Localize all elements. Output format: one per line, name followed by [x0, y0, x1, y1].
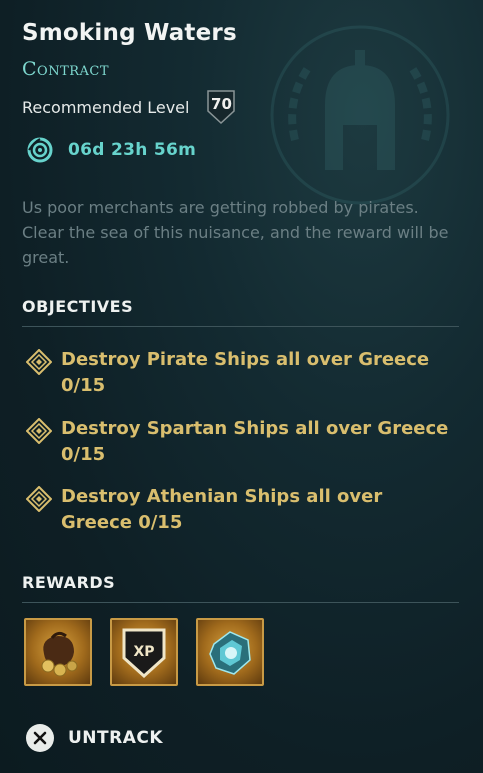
objectives-divider [22, 326, 459, 327]
reward-crafting-material[interactable] [196, 618, 264, 686]
close-icon [33, 731, 47, 745]
recommended-level-row: Recommended Level 70 [22, 89, 236, 125]
untrack-label: UNTRACK [68, 728, 164, 748]
quest-type: Contract [22, 58, 110, 80]
rewards-header: REWARDS [22, 573, 116, 592]
objective-item: Destroy Spartan Ships all over Greece 0/… [26, 416, 456, 468]
quest-description: Us poor merchants are getting robbed by … [22, 198, 449, 267]
level-value: 70 [211, 95, 232, 113]
rewards-divider [22, 602, 459, 603]
untrack-button[interactable] [26, 724, 54, 752]
timer-spiral-icon [27, 137, 53, 163]
timer-row: 06d 23h 56m [26, 136, 196, 164]
objective-diamond-icon [26, 418, 52, 444]
objective-text: Destroy Pirate Ships all over Greece 0/1… [61, 349, 430, 396]
reward-drachmae[interactable] [24, 618, 92, 686]
spartan-helmet-emblem-icon [270, 25, 450, 205]
untrack-action[interactable]: UNTRACK [26, 724, 163, 752]
objectives-header: OBJECTIVES [22, 297, 134, 316]
crafting-material-icon [209, 631, 251, 675]
recommended-level-label: Recommended Level [22, 97, 190, 117]
xp-shield-icon: XP [122, 628, 166, 678]
quest-title: Smoking Waters [22, 20, 237, 46]
objective-text: Destroy Athenian Ships all over Greece 0… [61, 486, 383, 533]
objective-text: Destroy Spartan Ships all over Greece 0/… [61, 418, 449, 465]
objective-diamond-icon [26, 486, 52, 512]
objective-diamond-icon [26, 349, 52, 375]
level-badge: 70 [206, 89, 236, 125]
timer-text: 06d 23h 56m [68, 140, 197, 160]
drachmae-pouch-icon [41, 631, 78, 677]
xp-label: XP [133, 644, 154, 660]
objective-item: Destroy Pirate Ships all over Greece 0/1… [26, 347, 456, 399]
reward-xp[interactable]: XP [110, 618, 178, 686]
objective-item: Destroy Athenian Ships all over Greece 0… [26, 484, 456, 536]
